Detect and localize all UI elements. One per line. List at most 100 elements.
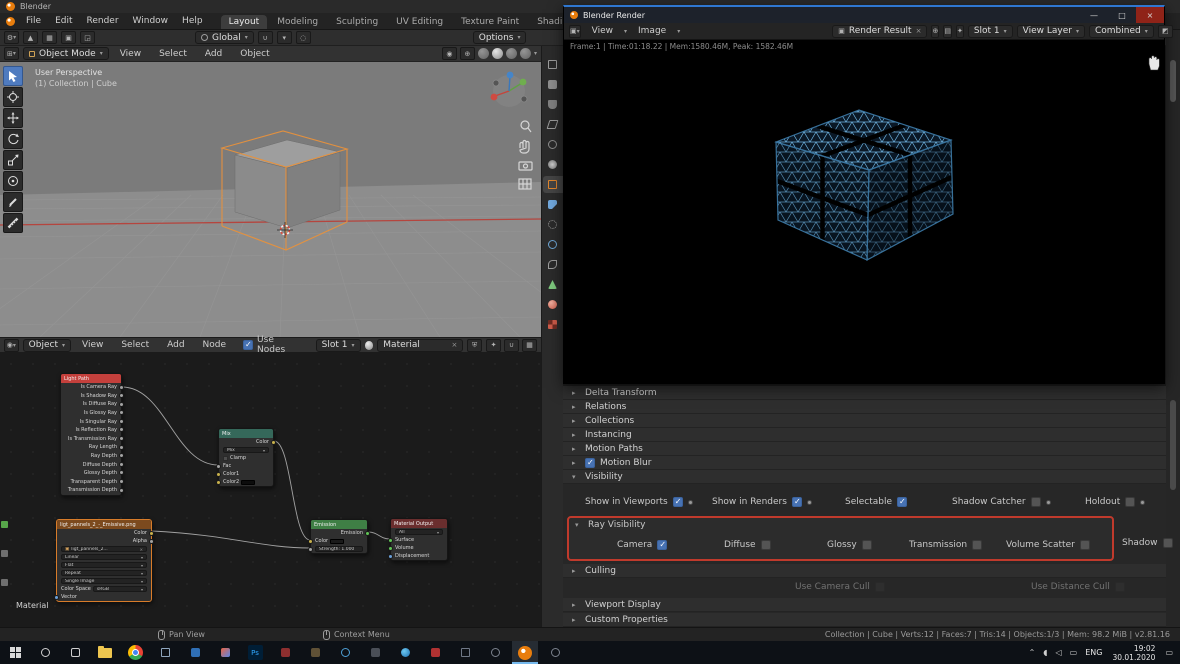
side-tab-icon[interactable]	[1, 579, 8, 586]
ray-camera-checkbox[interactable]	[657, 540, 668, 550]
tab-material[interactable]	[543, 296, 563, 313]
input-socket[interactable]	[216, 471, 221, 477]
viewport-menu-select[interactable]: Select	[152, 49, 194, 59]
output-socket[interactable]	[149, 530, 154, 536]
volume-icon[interactable]: ◁	[1053, 648, 1065, 657]
panel-delta-transform[interactable]: ▸ Delta Transform	[563, 386, 1166, 400]
tool-icon-group-2[interactable]: ▣	[61, 31, 76, 44]
panel-visibility[interactable]: ▾ Visibility	[563, 470, 1166, 484]
output-socket[interactable]	[149, 538, 154, 544]
app-gray-button[interactable]	[362, 641, 388, 664]
output-socket[interactable]	[119, 401, 124, 407]
options-dropdown[interactable]: Options ▾	[472, 31, 527, 44]
unlink-icon[interactable]: ×	[916, 27, 922, 35]
tab-tool[interactable]	[543, 56, 563, 73]
annotate-tool-button[interactable]	[3, 192, 23, 212]
image-datablock[interactable]: ▣ ligt_pannels_2... ×	[61, 545, 147, 553]
proportional-edit-icon[interactable]: ◌	[295, 31, 311, 44]
orientation-dropdown[interactable]: Global ▾	[195, 31, 254, 44]
search-button[interactable]	[32, 641, 58, 664]
minimize-button[interactable]: —	[1080, 7, 1108, 23]
tab-render[interactable]	[543, 76, 563, 93]
menu-edit[interactable]: Edit	[48, 16, 79, 26]
input-socket[interactable]	[308, 538, 313, 544]
use-distance-cull-checkbox[interactable]	[1114, 582, 1125, 592]
mode-dropdown[interactable]: Object Mode ▾	[23, 47, 109, 60]
tab-modifiers[interactable]	[543, 196, 563, 213]
input-socket[interactable]	[216, 479, 221, 485]
node-header[interactable]: Mix	[219, 429, 273, 438]
output-socket[interactable]	[119, 461, 124, 467]
properties-scrollbar-thumb[interactable]	[1170, 60, 1176, 102]
material-datablock[interactable]: Material ×	[377, 338, 464, 352]
menu-render[interactable]: Render	[80, 16, 126, 26]
output-socket[interactable]	[365, 530, 370, 536]
cursor-tool-button[interactable]	[3, 87, 23, 107]
measure-tool-button[interactable]	[3, 213, 23, 233]
color-space-dropdown[interactable]: sRGB ▾	[92, 585, 147, 593]
use-nodes-checkbox[interactable]	[243, 340, 254, 350]
animate-dot-icon[interactable]	[687, 499, 693, 505]
close-button[interactable]: ×	[1136, 7, 1164, 23]
app-media-button[interactable]	[332, 641, 358, 664]
render-result-datablock[interactable]: ▣ Render Result ×	[832, 24, 928, 38]
tab-object[interactable]	[542, 176, 563, 193]
render-canvas[interactable]	[564, 52, 1164, 383]
maximize-button[interactable]: □	[1108, 7, 1136, 23]
clamp-checkbox[interactable]	[223, 455, 228, 461]
app-blue-button[interactable]	[182, 641, 208, 664]
scale-tool-button[interactable]	[3, 150, 23, 170]
ray-diffuse-checkbox[interactable]	[760, 540, 771, 550]
select-tool-button[interactable]	[3, 66, 23, 86]
viewport-menu-view[interactable]: View	[113, 49, 148, 59]
viewport-menu-add[interactable]: Add	[198, 49, 229, 59]
file-explorer-button[interactable]	[92, 641, 118, 664]
open-image-icon[interactable]: ▤	[943, 24, 952, 38]
panel-motion-paths[interactable]: ▸ Motion Paths	[563, 442, 1166, 456]
panel-relations[interactable]: ▸ Relations	[563, 400, 1166, 414]
node-header[interactable]: ligt_pannels_2_-_Emissive.png	[57, 520, 151, 529]
photos-app-button[interactable]	[212, 641, 238, 664]
output-socket[interactable]	[271, 439, 276, 445]
tab-modeling[interactable]: Modeling	[269, 15, 326, 29]
tab-texture-paint[interactable]: Texture Paint	[453, 15, 527, 29]
tab-world[interactable]	[543, 156, 563, 173]
tab-layout[interactable]: Layout	[220, 15, 268, 29]
blender-taskbar-button[interactable]	[512, 641, 538, 664]
material-output-node[interactable]: Material Output All ▾ Surface Volume Disp…	[388, 518, 448, 561]
extension-dropdown[interactable]: Repeat ▾	[61, 569, 147, 577]
shader-editor[interactable]: Light Path Is Camera Ray Is Shadow Ray I…	[0, 353, 541, 627]
view-layer-dropdown[interactable]: View Layer ▾	[1016, 24, 1085, 38]
panel-culling[interactable]: ▸ Culling	[563, 564, 1166, 578]
viewport-menu-object[interactable]: Object	[233, 49, 276, 59]
light-path-node[interactable]: Light Path Is Camera Ray Is Shadow Ray I…	[60, 373, 124, 496]
properties-scrollbar-thumb2[interactable]	[1170, 400, 1176, 490]
snap-magnet-icon[interactable]: ∪	[257, 31, 273, 44]
app-dark2-button[interactable]	[452, 641, 478, 664]
shader-menu-node[interactable]: Node	[196, 340, 234, 350]
unlink-icon[interactable]: ×	[451, 341, 457, 349]
blend-mode-dropdown[interactable]: Mix ▾	[223, 446, 269, 454]
tool-icon-group-3[interactable]: ◲	[80, 31, 95, 44]
emission-node[interactable]: Emission Emission Color Strength: 1.000	[308, 519, 370, 554]
shading-wireframe-icon[interactable]	[477, 48, 489, 59]
new-image-icon[interactable]: ⊕	[931, 24, 940, 38]
display-channels-icon[interactable]: ◩	[1157, 24, 1173, 38]
shader-menu-add[interactable]: Add	[160, 340, 191, 350]
output-socket[interactable]	[119, 444, 124, 450]
tray-expand-icon[interactable]: ⌃	[1026, 648, 1039, 657]
input-socket[interactable]	[216, 463, 221, 469]
animate-dot-icon[interactable]	[1045, 499, 1051, 505]
panel-viewport-display[interactable]: ▸ Viewport Display	[563, 598, 1166, 612]
node-header[interactable]: Material Output	[391, 519, 447, 528]
ray-visibility-header[interactable]: ▾ Ray Visibility	[569, 518, 1112, 532]
side-tab-icon[interactable]	[1, 550, 8, 557]
side-tab-green-icon[interactable]	[1, 521, 8, 528]
motion-blur-checkbox[interactable]	[585, 457, 595, 468]
image-texture-node[interactable]: ligt_pannels_2_-_Emissive.png Color Alph…	[54, 519, 154, 602]
viewport-editor-type-icon[interactable]: ⊞ ▾	[4, 47, 19, 60]
battery-icon[interactable]: ▭	[1067, 648, 1081, 657]
output-socket[interactable]	[119, 479, 124, 485]
render-titlebar[interactable]: Blender Render — □ ×	[564, 7, 1164, 23]
output-socket[interactable]	[119, 418, 124, 424]
